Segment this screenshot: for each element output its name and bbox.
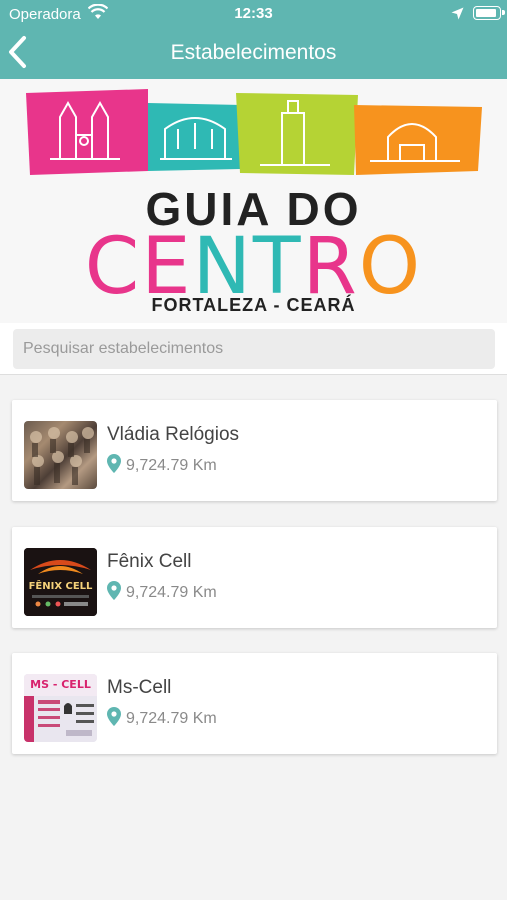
- watches-photo: [30, 427, 94, 485]
- map-pin-icon: [107, 454, 121, 473]
- status-bar: Operadora 12:33: [0, 0, 507, 28]
- search-bar: [0, 323, 507, 375]
- establishment-name: Fênix Cell: [107, 551, 192, 572]
- search-input[interactable]: [13, 329, 495, 369]
- page-title: Estabelecimentos: [170, 41, 337, 64]
- location-arrow-icon: [451, 7, 464, 20]
- establishment-card-ms-cell[interactable]: MS - CELL Ms-Cell 9,724.79 Km: [12, 653, 497, 754]
- establishment-thumbnail: FÊNIX CELL: [24, 548, 97, 616]
- banner-subtitle: FORTALEZA - CEARÁ: [151, 295, 356, 315]
- establishment-card-vladia-relogios[interactable]: Vládia Relógios 9,724.79 Km: [12, 400, 497, 501]
- nav-header: Operadora 12:33 Estabelecimentos: [0, 0, 507, 79]
- establishment-thumbnail: MS - CELL: [24, 674, 97, 742]
- establishment-card-fenix-cell[interactable]: FÊNIX CELL Fênix Cell 9,724.79 Km: [12, 527, 497, 628]
- establishment-distance: 9,724.79 Km: [126, 710, 217, 727]
- thumb-text: FÊNIX CELL: [29, 579, 93, 592]
- fenix-cell-logo: FÊNIX CELL: [24, 548, 97, 616]
- map-pin-icon: [107, 707, 121, 726]
- map-pin-icon: [107, 581, 121, 600]
- establishment-distance: 9,724.79 Km: [126, 584, 217, 601]
- establishment-distance: 9,724.79 Km: [126, 457, 217, 474]
- establishment-thumbnail: [24, 421, 97, 489]
- battery-icon: [473, 6, 505, 20]
- establishment-name: Vládia Relógios: [107, 424, 240, 445]
- thumb-text: MS - CELL: [30, 678, 91, 691]
- status-time: 12:33: [234, 5, 273, 22]
- guia-do-centro-banner: GUIA DO CENTRO FORTALEZA - CEARÁ: [0, 79, 507, 323]
- ms-cell-sign-photo: MS - CELL: [24, 674, 97, 742]
- establishment-name: Ms-Cell: [107, 677, 172, 698]
